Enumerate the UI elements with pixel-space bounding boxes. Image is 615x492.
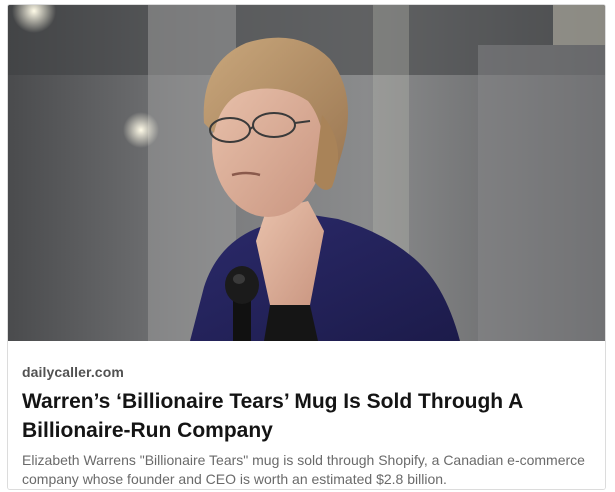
link-preview-card[interactable]: dailycaller.com Warren’s ‘Billionaire Te… [7,4,606,490]
article-photo[interactable] [8,5,605,341]
source-domain[interactable]: dailycaller.com [22,364,124,380]
link-preview-meta[interactable]: dailycaller.com Warren’s ‘Billionaire Te… [8,342,605,489]
article-headline[interactable]: Warren’s ‘Billionaire Tears’ Mug Is Sold… [22,387,592,445]
article-description: Elizabeth Warrens "Billionaire Tears" mu… [22,452,585,487]
